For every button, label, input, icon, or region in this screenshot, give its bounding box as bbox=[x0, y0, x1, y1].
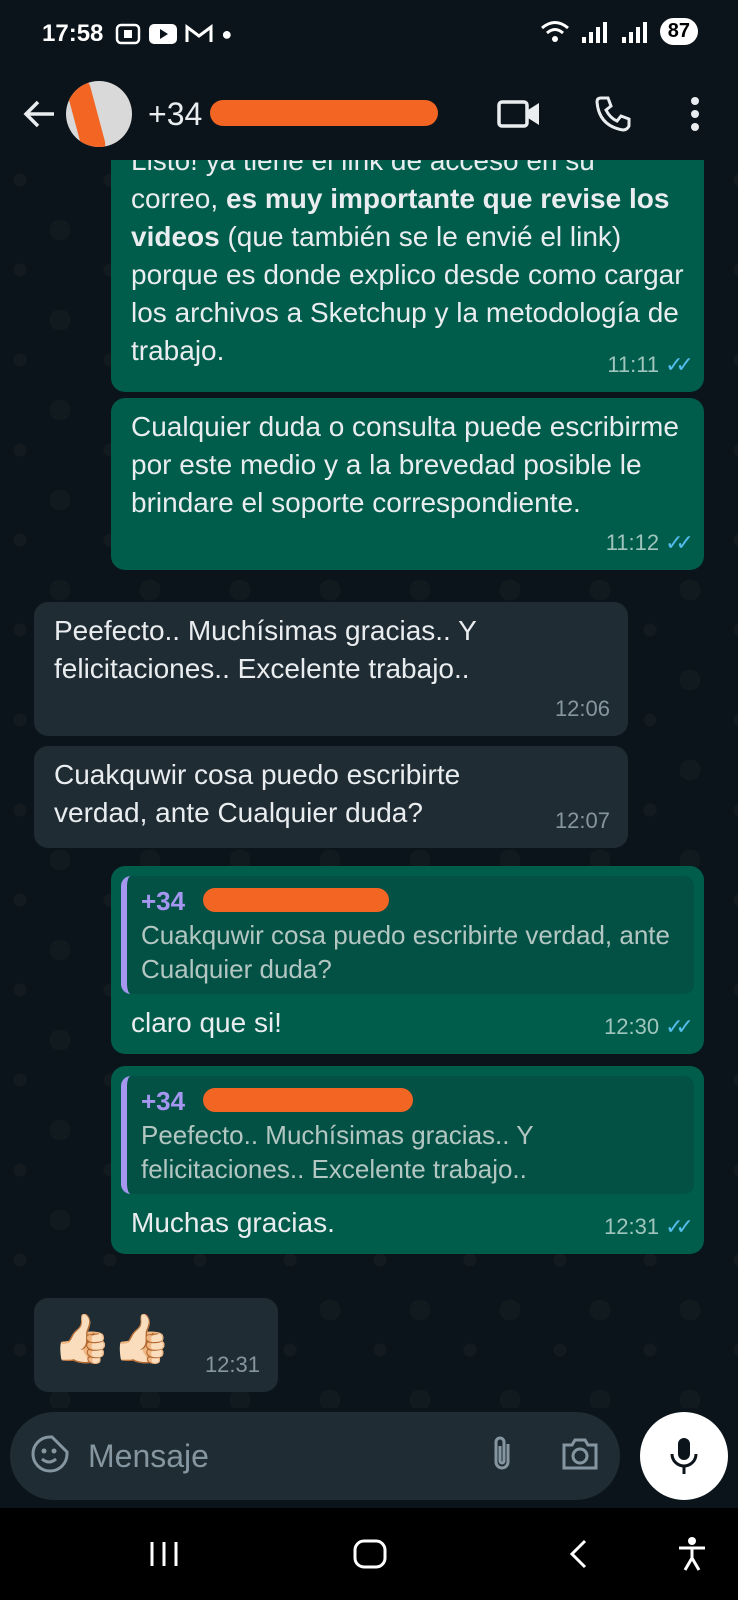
phone-icon bbox=[595, 96, 631, 132]
message-text: Listo! ya tiene el link de acceso en su … bbox=[131, 160, 684, 366]
quote-text: Cuakquwir cosa puedo escribirte verdad, … bbox=[141, 920, 670, 984]
message-meta: 11:12 ✓✓ bbox=[606, 524, 694, 562]
message-bubble-in[interactable]: 👍🏻👍🏻 12:31 bbox=[34, 1298, 278, 1392]
microphone-icon bbox=[670, 1438, 698, 1474]
message-text: Peefecto.. Muchísimas gracias.. Y felici… bbox=[54, 615, 477, 684]
message-bubble-in[interactable]: Peefecto.. Muchísimas gracias.. Y felici… bbox=[34, 602, 628, 736]
message-bubble-out[interactable]: Listo! ya tiene el link de acceso en su … bbox=[111, 160, 704, 392]
message-meta: 12:07 bbox=[554, 808, 610, 833]
contact-name[interactable]: +34 bbox=[148, 96, 438, 133]
system-nav-bar bbox=[0, 1508, 738, 1600]
avatar[interactable] bbox=[66, 81, 132, 147]
video-call-button[interactable] bbox=[495, 90, 543, 138]
back-arrow-icon bbox=[23, 100, 54, 128]
quote-text: Peefecto.. Muchísimas gracias.. Y felici… bbox=[141, 1120, 534, 1184]
accessibility-button[interactable] bbox=[670, 1532, 714, 1576]
redaction-mark bbox=[210, 99, 438, 126]
screenshot-icon bbox=[116, 23, 141, 45]
chat-header: +34 bbox=[0, 68, 738, 160]
camera-icon bbox=[562, 1438, 598, 1469]
status-bar: 17:58 ● 87 bbox=[0, 0, 738, 68]
message-meta: 12:06 bbox=[554, 696, 610, 721]
battery-level: 87 bbox=[659, 18, 698, 45]
read-ticks-icon: ✓✓ bbox=[665, 530, 694, 555]
message-bubble-out-reply[interactable]: +34 Peefecto.. Muchísimas gracias.. Y fe… bbox=[111, 1066, 704, 1254]
chevron-left-icon bbox=[569, 1539, 587, 1569]
message-input[interactable]: Mensaje bbox=[88, 1438, 488, 1475]
camera-button[interactable] bbox=[560, 1437, 600, 1476]
dot-icon: ● bbox=[221, 23, 233, 44]
video-camera-icon bbox=[497, 100, 539, 128]
message-meta: 11:11 ✓✓ bbox=[607, 346, 694, 384]
gmail-icon bbox=[185, 24, 213, 42]
read-ticks-icon: ✓✓ bbox=[665, 1014, 694, 1039]
more-vertical-icon bbox=[691, 97, 699, 131]
redaction-mark bbox=[203, 888, 389, 912]
recents-icon bbox=[150, 1542, 178, 1566]
sticker-icon bbox=[31, 1435, 69, 1472]
status-time: 17:58 bbox=[42, 20, 104, 47]
quote-author: +34 bbox=[141, 884, 680, 918]
notification-icons: ● bbox=[115, 23, 232, 45]
voice-record-button[interactable] bbox=[640, 1412, 728, 1500]
recent-apps-button[interactable] bbox=[142, 1532, 186, 1576]
read-ticks-icon: ✓✓ bbox=[665, 352, 694, 377]
message-text: Cuakquwir cosa puedo escribirte verdad, … bbox=[54, 759, 461, 828]
attach-button[interactable] bbox=[488, 1434, 516, 1479]
home-button[interactable] bbox=[348, 1532, 392, 1576]
quote-author: +34 bbox=[141, 1084, 680, 1118]
menu-button[interactable] bbox=[671, 90, 719, 138]
message-input-bar[interactable]: Mensaje bbox=[10, 1412, 620, 1500]
paperclip-icon bbox=[494, 1436, 510, 1469]
wifi-icon bbox=[540, 20, 569, 42]
back-button[interactable] bbox=[10, 86, 66, 142]
voice-call-button[interactable] bbox=[589, 90, 637, 138]
emoji-sticker-button[interactable] bbox=[30, 1434, 70, 1479]
read-ticks-icon: ✓✓ bbox=[665, 1214, 694, 1239]
message-text: Cualquier duda o consulta puede escribir… bbox=[131, 411, 679, 518]
message-meta: 12:31 bbox=[204, 1352, 260, 1377]
status-right: 87 bbox=[540, 18, 698, 45]
redaction-mark bbox=[66, 81, 108, 147]
message-bubble-in[interactable]: Cuakquwir cosa puedo escribirte verdad, … bbox=[34, 746, 628, 848]
quoted-message[interactable]: +34 Cuakquwir cosa puedo escribirte verd… bbox=[121, 876, 694, 994]
message-meta: 12:31 ✓✓ bbox=[604, 1208, 694, 1246]
quoted-message[interactable]: +34 Peefecto.. Muchísimas gracias.. Y fe… bbox=[121, 1076, 694, 1194]
home-icon bbox=[353, 1539, 387, 1569]
chat-area[interactable]: Listo! ya tiene el link de acceso en su … bbox=[0, 160, 738, 1408]
signal-icon-2 bbox=[621, 21, 647, 43]
message-bubble-out[interactable]: Cualquier duda o consulta puede escribir… bbox=[111, 398, 704, 570]
youtube-icon bbox=[149, 24, 178, 44]
nav-back-button[interactable] bbox=[556, 1532, 600, 1576]
accessibility-icon bbox=[679, 1537, 705, 1571]
message-bubble-out-reply[interactable]: +34 Cuakquwir cosa puedo escribirte verd… bbox=[111, 866, 704, 1054]
signal-icon bbox=[581, 21, 607, 43]
redaction-mark bbox=[203, 1088, 413, 1112]
message-meta: 12:30 ✓✓ bbox=[604, 1008, 694, 1046]
